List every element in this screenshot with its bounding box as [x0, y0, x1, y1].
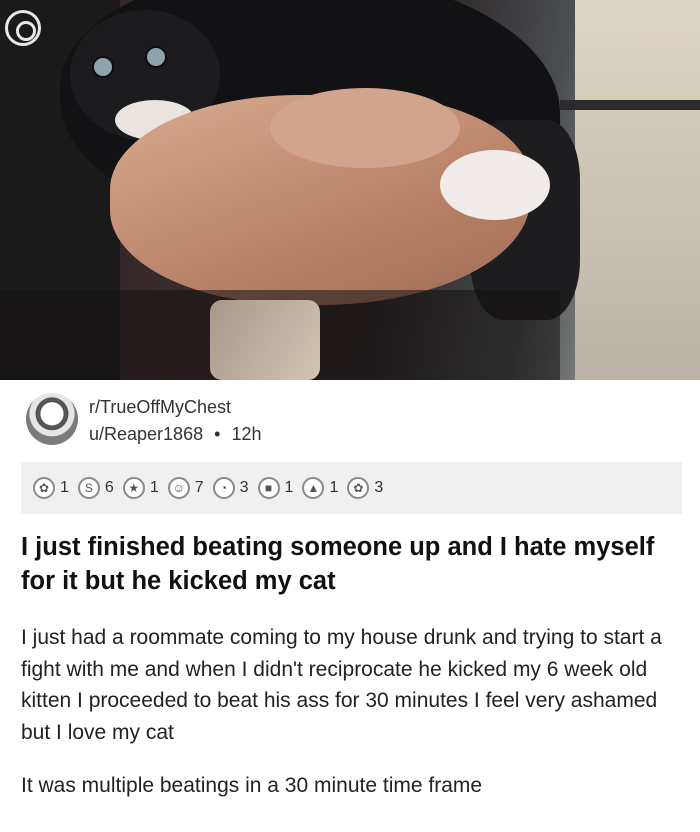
- image-keys: [210, 300, 320, 380]
- award-item[interactable]: ☺ 7: [167, 477, 204, 499]
- award-count: 3: [374, 479, 384, 496]
- post-time: 12h: [231, 424, 262, 444]
- award-count: 7: [194, 479, 204, 496]
- award-count: 6: [104, 479, 114, 496]
- award-icon-3: ★: [122, 477, 145, 499]
- image-kitten-paw: [440, 150, 550, 220]
- camera-icon: [5, 10, 41, 46]
- subreddit-link[interactable]: r/TrueOffMyChest: [89, 397, 231, 418]
- award-count: 3: [239, 479, 249, 496]
- image-kitten-eye-left: [92, 56, 114, 78]
- award-item[interactable]: ✿ 3: [347, 477, 383, 499]
- award-icon-6: ■: [257, 477, 280, 499]
- award-item[interactable]: ★ 1: [122, 477, 159, 499]
- post-body-paragraph-1: I just had a roommate coming to my house…: [21, 626, 662, 744]
- post-body: I just had a roommate coming to my house…: [21, 622, 681, 802]
- image-thumb: [270, 88, 460, 168]
- post-title[interactable]: I just finished beating someone up and I…: [21, 530, 681, 598]
- award-item[interactable]: ◔ 3: [212, 477, 249, 499]
- award-count: 1: [284, 479, 294, 496]
- award-item[interactable]: ✿ 1: [33, 477, 69, 499]
- awards-bar[interactable]: ✿ 1 S 6 ★ 1 ☺ 7 ◔ 3 ■ 1 ▲ 1 ✿ 3: [21, 462, 682, 514]
- award-icon-7: ▲: [302, 477, 325, 499]
- award-icon-4: ☺: [167, 477, 190, 499]
- meta-separator: •: [214, 424, 221, 444]
- award-icon-8: ✿: [347, 477, 370, 499]
- image-window-frame: [560, 100, 700, 110]
- post-meta: u/Reaper1868 • 12h: [89, 424, 261, 445]
- avatar[interactable]: [26, 393, 78, 445]
- post-image[interactable]: [0, 0, 700, 380]
- image-window: [575, 0, 700, 380]
- award-icon-2: S: [77, 477, 100, 499]
- post-body-paragraph-2: It was multiple beatings in a 30 minute …: [21, 774, 483, 797]
- award-item[interactable]: ■ 1: [257, 477, 294, 499]
- award-item[interactable]: S 6: [77, 477, 114, 499]
- award-count: 1: [149, 479, 159, 496]
- award-icon-5: ◔: [212, 477, 235, 499]
- image-kitten-eye-right: [145, 46, 167, 68]
- award-count: 1: [60, 479, 69, 496]
- award-icon-1: ✿: [33, 477, 55, 499]
- award-count: 1: [329, 479, 339, 496]
- author-link[interactable]: u/Reaper1868: [89, 424, 203, 444]
- award-item[interactable]: ▲ 1: [302, 477, 338, 499]
